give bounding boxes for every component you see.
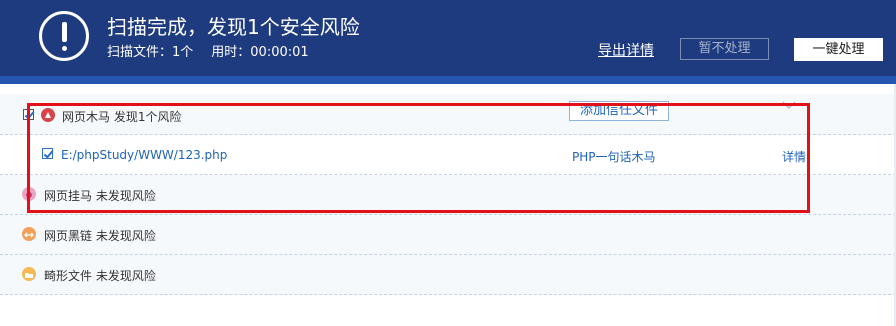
category-label: 畸形文件 未发现风险: [44, 269, 156, 283]
folder-icon: [22, 267, 36, 281]
one-key-fix-button[interactable]: 一键处理: [794, 38, 883, 61]
category-row-dark-link[interactable]: 网页黑链 未发现风险: [0, 215, 896, 255]
alert-icon: [39, 11, 89, 61]
export-details-link[interactable]: 导出详情: [598, 40, 654, 60]
scan-files-count: 扫描文件：1个: [107, 45, 194, 60]
scan-result-title: 扫描完成，发现1个安全风险: [107, 15, 360, 39]
result-header: 扫描完成，发现1个安全风险 扫描文件：1个 用时：00:00:01 导出详情 暂不…: [0, 0, 896, 84]
header-strip: [0, 76, 896, 84]
category-row-malformed-file[interactable]: 畸形文件 未发现风险: [0, 255, 896, 295]
scan-summary: 扫描文件：1个 用时：00:00:01: [107, 41, 309, 60]
ignore-button[interactable]: 暂不处理: [680, 38, 769, 60]
category-label: 网页黑链 未发现风险: [44, 229, 156, 243]
dark-link-icon: [22, 227, 36, 241]
highlight-box: [27, 103, 810, 213]
scan-duration: 用时：00:00:01: [211, 45, 309, 60]
